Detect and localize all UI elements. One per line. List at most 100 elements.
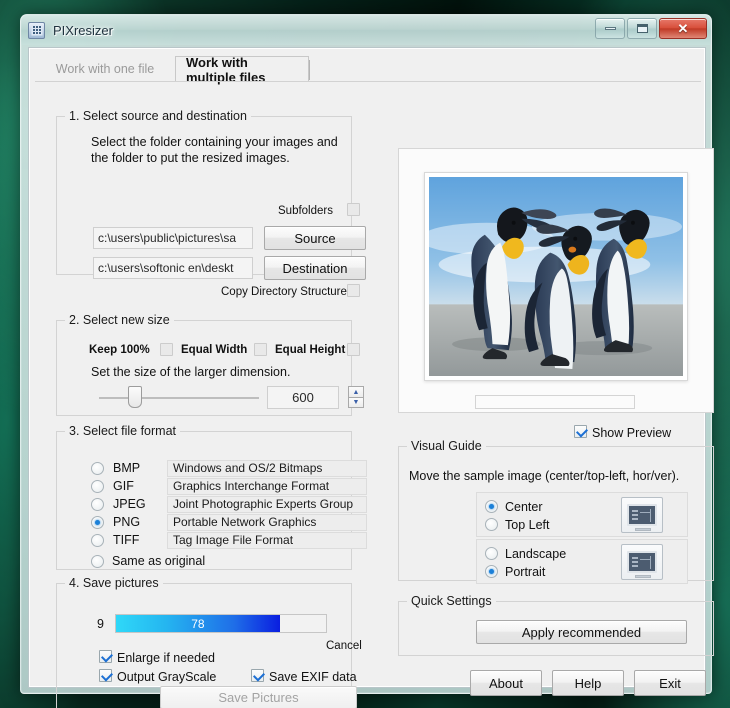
format-row-same-as-original[interactable]: Same as original — [91, 553, 341, 571]
output-grayscale-checkbox[interactable] — [99, 669, 112, 682]
cancel-label[interactable]: Cancel — [326, 640, 362, 652]
enlarge-if-needed-checkbox[interactable] — [99, 650, 112, 663]
position-radio-top-left[interactable] — [485, 518, 498, 531]
copy-directory-structure-label: Copy Directory Structure — [221, 286, 347, 298]
format-row-png[interactable]: PNG Portable Network Graphics — [91, 514, 367, 532]
tab-label: Work with multiple files — [186, 54, 266, 85]
monitor-screen — [627, 504, 657, 526]
client-area: Work with one file Work with multiple fi… — [28, 47, 714, 708]
position-label-center: Center — [505, 500, 543, 514]
monitor-stand — [635, 528, 651, 531]
preview-panel — [398, 148, 714, 413]
show-preview-checkbox[interactable] — [574, 425, 587, 438]
equal-height-checkbox[interactable] — [347, 343, 360, 356]
visual-guide-legend: Visual Guide — [407, 439, 486, 453]
format-name: BMP — [113, 461, 141, 475]
about-button[interactable]: About — [470, 670, 542, 696]
application-window: PIXresizer ✕ Work with one file Work wit… — [20, 14, 714, 708]
orientation-radio-landscape[interactable] — [485, 547, 498, 560]
section1-legend: 1. Select source and destination — [65, 109, 251, 123]
preview-image — [429, 177, 683, 376]
format-name: PNG — [113, 515, 141, 529]
orientation-label-landscape: Landscape — [505, 547, 567, 561]
tab-work-with-multiple-files[interactable]: Work with multiple files — [175, 54, 309, 85]
format-description: Joint Photographic Experts Group — [167, 496, 367, 513]
preview-stand — [475, 395, 635, 409]
tab-bar: Work with one file Work with multiple fi… — [35, 54, 701, 85]
title-bar[interactable]: PIXresizer ✕ — [21, 15, 711, 45]
format-radio-png[interactable] — [91, 516, 104, 529]
format-description: Graphics Interchange Format — [167, 478, 367, 495]
size-spinner-up[interactable]: ▲ — [348, 386, 364, 397]
keep-100-label: Keep 100% — [89, 344, 150, 356]
orientation-label-portrait: Portrait — [505, 565, 546, 579]
quick-settings-legend: Quick Settings — [407, 594, 496, 608]
section1-help-line1: Select the folder containing your images… — [91, 135, 338, 149]
copy-directory-structure-checkbox[interactable] — [347, 284, 360, 297]
preview-mat — [424, 172, 688, 381]
show-preview-label: Show Preview — [592, 426, 672, 440]
orientation-preview-monitor-icon — [621, 544, 663, 580]
position-radio-center[interactable] — [485, 500, 498, 513]
source-path-input[interactable]: c:\users\public\pictures\sa — [93, 227, 253, 249]
close-button[interactable]: ✕ — [659, 18, 707, 39]
exit-button[interactable]: Exit — [634, 670, 706, 696]
destination-path-input[interactable]: c:\users\softonic en\deskt — [93, 257, 253, 279]
format-description: Portable Network Graphics — [167, 514, 367, 531]
orientation-radio-portrait[interactable] — [485, 565, 498, 578]
format-radio-gif[interactable] — [91, 480, 104, 493]
save-exif-data-label: Save EXIF data — [269, 670, 357, 684]
section3-legend: 3. Select file format — [65, 424, 180, 438]
subfolders-checkbox[interactable] — [347, 203, 360, 216]
minimize-icon — [604, 27, 616, 30]
save-progress-value: 78 — [191, 616, 205, 631]
format-row-bmp[interactable]: BMP Windows and OS/2 Bitmaps — [91, 460, 367, 478]
format-description: Windows and OS/2 Bitmaps — [167, 460, 367, 477]
format-radio-same-as-original[interactable] — [91, 555, 104, 568]
size-spinner-down[interactable]: ▼ — [348, 397, 364, 408]
section1-help-line2: the folder to put the resized images. — [91, 151, 290, 165]
destination-button[interactable]: Destination — [264, 256, 366, 280]
minimize-button[interactable] — [595, 18, 625, 39]
monitor-stand — [635, 575, 651, 578]
format-row-jpeg[interactable]: JPEG Joint Photographic Experts Group — [91, 496, 367, 514]
section4-legend: 4. Save pictures — [65, 576, 163, 590]
window-controls: ✕ — [595, 18, 707, 39]
format-radio-jpeg[interactable] — [91, 498, 104, 511]
processed-counter: 9 — [97, 617, 104, 631]
format-row-gif[interactable]: GIF Graphics Interchange Format — [91, 478, 367, 496]
tab-work-with-one-file[interactable]: Work with one file — [41, 56, 169, 82]
save-pictures-button[interactable]: Save Pictures — [160, 686, 357, 708]
section2-legend: 2. Select new size — [65, 313, 174, 327]
size-instruction: Set the size of the larger dimension. — [91, 365, 291, 379]
maximize-button[interactable] — [627, 18, 657, 39]
maximize-icon — [636, 24, 648, 33]
window-title: PIXresizer — [53, 22, 113, 38]
size-slider-track[interactable] — [99, 397, 259, 399]
save-progress-bar: 78 — [115, 614, 327, 633]
visual-guide-instruction: Move the sample image (center/top-left, … — [409, 469, 680, 483]
format-radio-tiff[interactable] — [91, 534, 104, 547]
save-exif-data-checkbox[interactable] — [251, 669, 264, 682]
position-label-top-left: Top Left — [505, 518, 550, 532]
monitor-screen — [627, 551, 657, 573]
size-slider-thumb[interactable] — [128, 386, 142, 408]
position-preview-monitor-icon — [621, 497, 663, 533]
apply-recommended-button[interactable]: Apply recommended — [476, 620, 687, 644]
format-name: TIFF — [113, 533, 140, 547]
equal-height-label: Equal Height — [275, 344, 346, 356]
size-value-input[interactable]: 600 — [267, 386, 339, 409]
format-name: GIF — [113, 479, 134, 493]
format-name: Same as original — [112, 554, 206, 568]
source-button[interactable]: Source — [264, 226, 366, 250]
keep-100-checkbox[interactable] — [160, 343, 173, 356]
equal-width-checkbox[interactable] — [254, 343, 267, 356]
subfolders-label: Subfolders — [278, 205, 333, 217]
equal-width-label: Equal Width — [181, 344, 248, 356]
tab-label: Work with one file — [55, 62, 155, 76]
enlarge-if-needed-label: Enlarge if needed — [117, 651, 215, 665]
format-radio-bmp[interactable] — [91, 462, 104, 475]
help-button[interactable]: Help — [552, 670, 624, 696]
tab-divider — [309, 60, 310, 80]
format-row-tiff[interactable]: TIFF Tag Image File Format — [91, 532, 367, 550]
